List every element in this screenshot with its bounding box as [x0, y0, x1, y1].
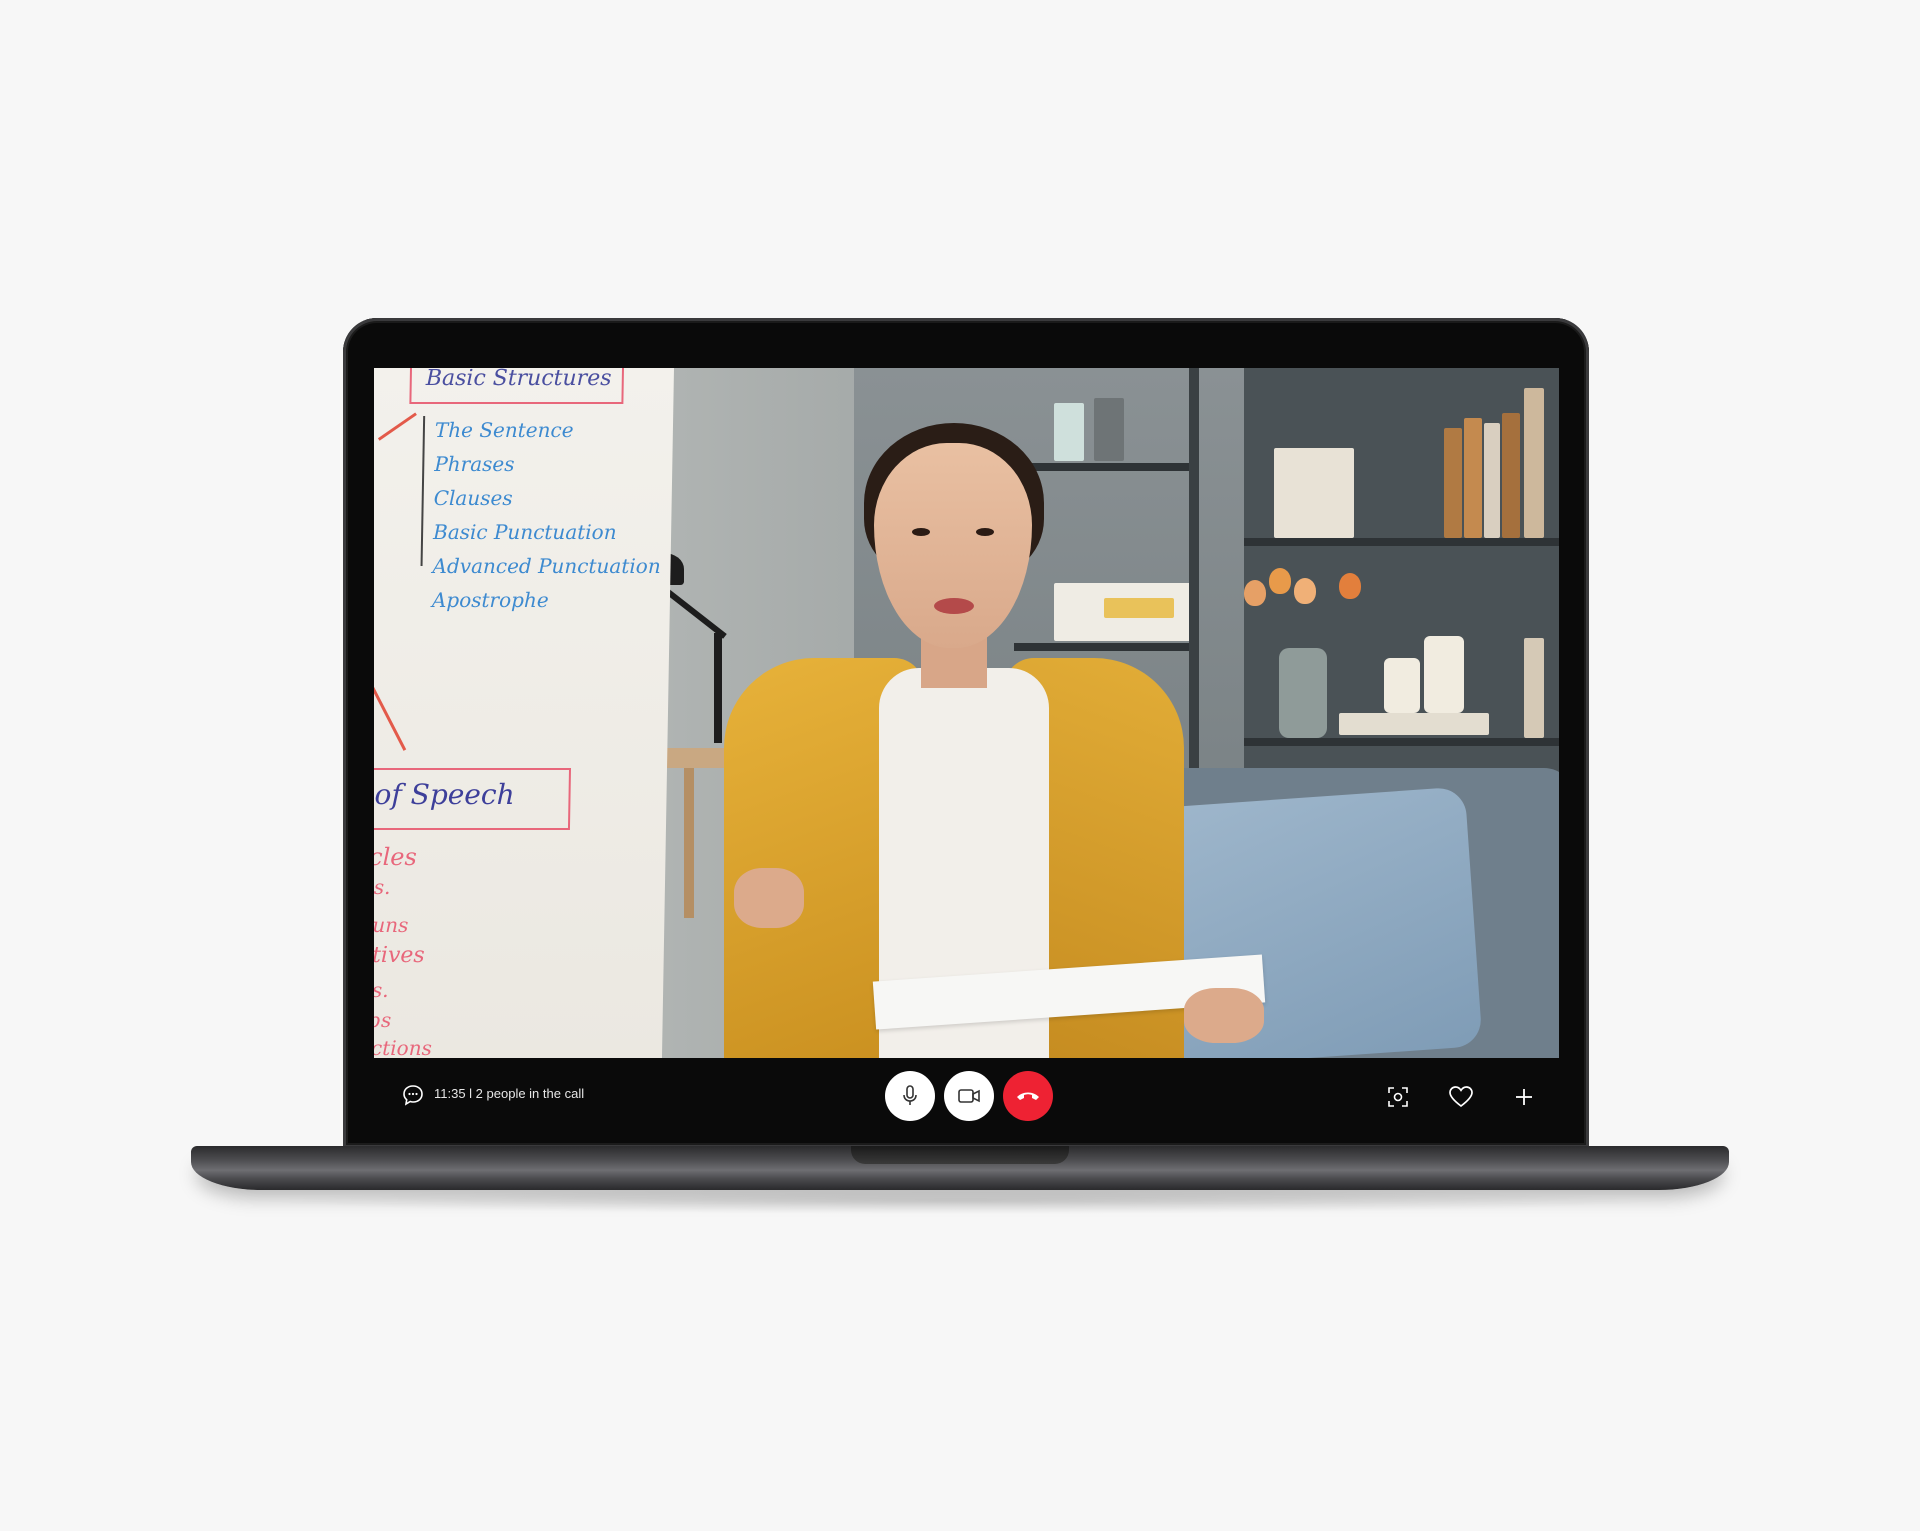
- tulip: [1339, 573, 1361, 599]
- whiteboard-item: bs.: [374, 978, 389, 1002]
- bottle: [1094, 398, 1124, 461]
- person-hand: [1184, 988, 1264, 1043]
- remote-video-feed[interactable]: Basic Structures The Sentence Phrases Cl…: [374, 368, 1559, 1058]
- book: [1502, 413, 1520, 538]
- whiteboard-item: nctions: [374, 1036, 433, 1058]
- heart-icon[interactable]: [1444, 1080, 1478, 1114]
- red-arrow: [377, 412, 417, 441]
- whiteboard-item: Advanced Punctuation: [432, 554, 661, 578]
- plus-icon[interactable]: [1507, 1080, 1541, 1114]
- whiteboard: Basic Structures The Sentence Phrases Cl…: [374, 368, 674, 1058]
- bottle: [1054, 403, 1084, 461]
- whiteboard-item: ouns: [374, 913, 409, 937]
- whiteboard-item: Phrases: [434, 452, 515, 476]
- whiteboard-heading: Basic Structures: [425, 368, 612, 391]
- tulip: [1244, 580, 1266, 606]
- tulip: [1294, 578, 1316, 604]
- shelf-board: [1014, 643, 1194, 651]
- tulip: [1269, 568, 1291, 594]
- book-stack: [1339, 713, 1489, 735]
- whiteboard-section-heading: of Speech: [374, 778, 515, 811]
- person-eye: [976, 528, 994, 536]
- shelf-board: [1244, 538, 1559, 546]
- whiteboard-item: Apostrophe: [431, 588, 549, 612]
- candle: [1424, 636, 1464, 713]
- picture-frame: [1274, 448, 1354, 538]
- person-hand: [734, 868, 804, 928]
- person-eye: [912, 528, 930, 536]
- shelf-post: [1189, 368, 1199, 788]
- mute-microphone-button[interactable]: [885, 1071, 935, 1121]
- call-control-bar: 11:35 l 2 people in the call: [374, 1058, 1559, 1134]
- person-mouth: [934, 598, 974, 614]
- chat-bubble-icon[interactable]: [398, 1080, 428, 1110]
- shelf-board: [1244, 738, 1559, 746]
- toggle-camera-button[interactable]: [944, 1071, 994, 1121]
- candle: [1384, 658, 1420, 713]
- call-status-text: 11:35 l 2 people in the call: [434, 1086, 585, 1101]
- video-camera-icon: [958, 1089, 980, 1103]
- red-arrow: [374, 678, 407, 751]
- whiteboard-item: The Sentence: [434, 418, 574, 442]
- whiteboard-item: icles: [374, 843, 418, 871]
- whiteboard-item: ns.: [374, 875, 391, 899]
- end-call-button[interactable]: [1003, 1071, 1053, 1121]
- shelf-board: [1014, 463, 1194, 471]
- book: [1464, 418, 1482, 538]
- laptop-base: [191, 1146, 1729, 1190]
- book: [1524, 388, 1544, 538]
- book: [1444, 428, 1462, 538]
- whiteboard-item: rbs: [374, 1008, 392, 1032]
- microphone-icon: [903, 1085, 917, 1105]
- laptop-hinge-notch: [851, 1146, 1069, 1164]
- desk-leg: [684, 768, 694, 918]
- flower-vase: [1279, 648, 1327, 738]
- whiteboard-item: ctives: [374, 943, 425, 968]
- screen-capture-icon[interactable]: [1381, 1080, 1415, 1114]
- phone-hangup-icon: [1017, 1092, 1039, 1100]
- whiteboard-item: Clauses: [433, 486, 513, 510]
- whiteboard-bracket: [420, 416, 426, 566]
- book: [1484, 423, 1500, 538]
- book: [1524, 638, 1544, 738]
- whiteboard-item: Basic Punctuation: [432, 520, 617, 544]
- storage-box: [1104, 598, 1174, 618]
- laptop-shadow: [260, 1188, 1660, 1214]
- desk-lamp: [714, 633, 722, 743]
